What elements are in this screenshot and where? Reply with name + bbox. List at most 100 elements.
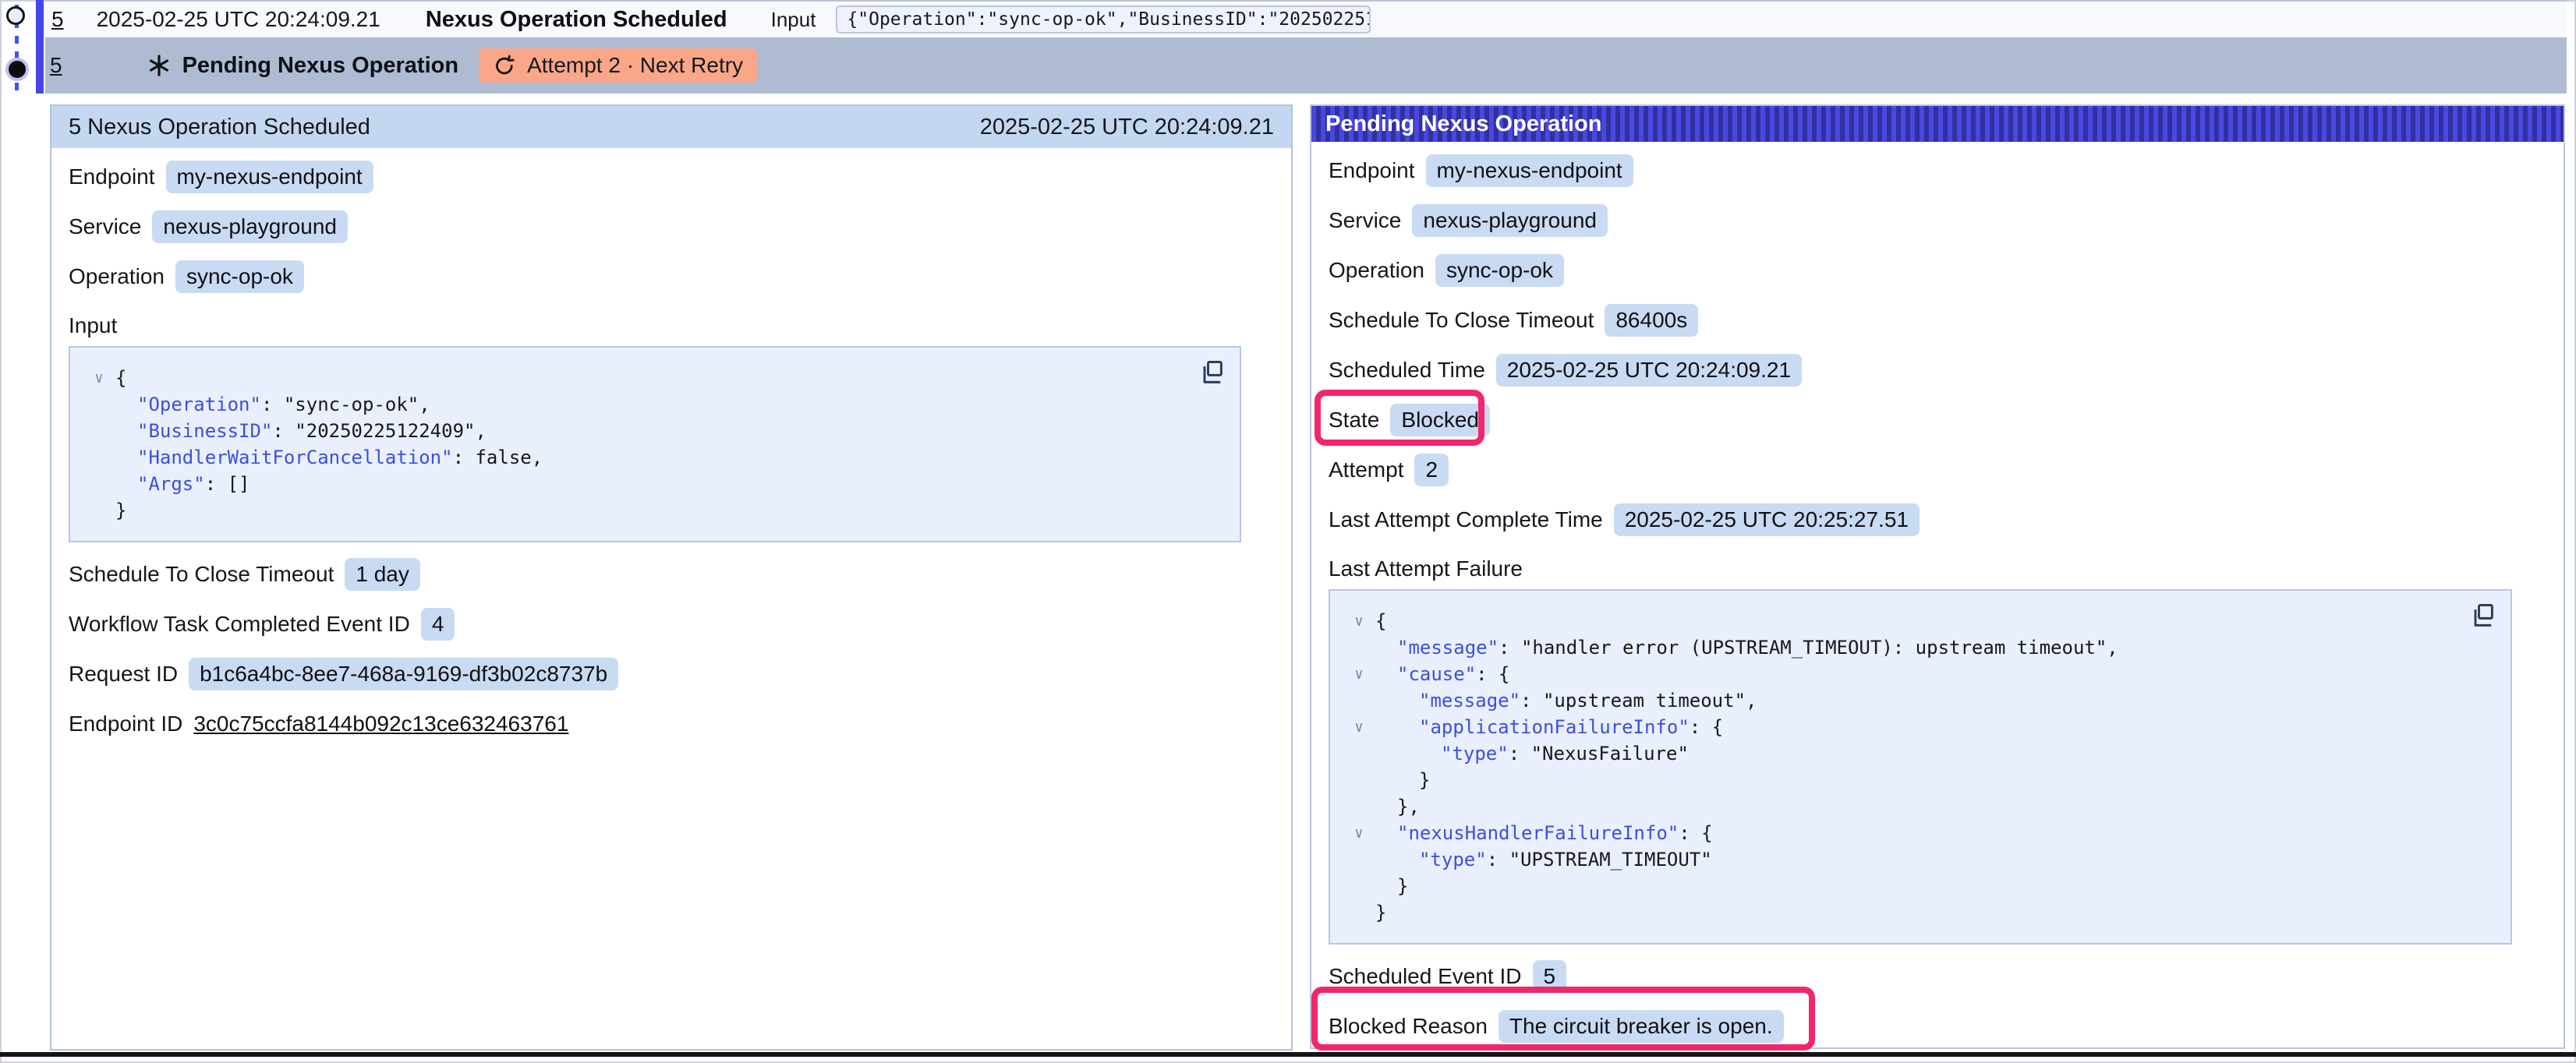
- code-text: "Operation": "sync-op-ok",: [115, 391, 430, 418]
- event-timestamp: 2025-02-25 UTC 20:24:09.21: [97, 7, 380, 32]
- event-detail-panel-scheduled: 5 Nexus Operation Scheduled 2025-02-25 U…: [50, 104, 1293, 1051]
- field-label: Operation: [69, 264, 165, 289]
- code-gutter: [83, 497, 115, 524]
- copy-icon[interactable]: [1198, 358, 1226, 387]
- retry-badge-label: Attempt 2 · Next Retry: [527, 53, 743, 78]
- nexus-asterisk-icon: [147, 53, 172, 78]
- code-gutter: [1343, 687, 1375, 714]
- collapse-chevron-icon[interactable]: ∨: [1343, 661, 1375, 687]
- field-row-workflow-task-completed-event-id: Workflow Task Completed Event ID4: [69, 606, 1268, 642]
- code-text: "applicationFailureInfo": {: [1375, 714, 1723, 740]
- field-row-scheduled-time: Scheduled Time2025-02-25 UTC 20:24:09.21: [1329, 352, 2540, 388]
- panel-body: Endpointmy-nexus-endpoint Servicenexus-pl…: [1311, 153, 2564, 1044]
- code-gutter: [1343, 793, 1375, 820]
- field-label: Endpoint: [69, 164, 155, 189]
- field-row-endpoint: Endpointmy-nexus-endpoint: [1329, 153, 2540, 189]
- collapse-chevron-icon[interactable]: ∨: [83, 365, 115, 391]
- field-label: State: [1329, 408, 1379, 433]
- field-value-badge: 86400s: [1605, 304, 1698, 337]
- field-row-attempt: Attempt2: [1329, 452, 2540, 488]
- code-line: ∨"cause": {: [1343, 661, 2464, 687]
- field-value-badge: my-nexus-endpoint: [166, 161, 373, 193]
- timeline-open-circle-icon: [6, 6, 25, 25]
- field-value-badge: my-nexus-endpoint: [1426, 154, 1633, 187]
- field-row-service: Service nexus-playground: [69, 209, 1268, 245]
- endpoint-id-link[interactable]: 3c0c75ccfa8144b092c13ce632463761: [193, 712, 568, 736]
- event-title: Nexus Operation Scheduled: [426, 7, 727, 33]
- event-id-link[interactable]: 5: [51, 7, 64, 32]
- field-row-operation: Operationsync-op-ok: [69, 259, 1268, 295]
- code-text: },: [1375, 793, 1420, 820]
- code-text: }: [1375, 767, 1430, 793]
- field-list: Scheduled Event ID5Blocked ReasonThe cir…: [1329, 959, 2540, 1044]
- code-gutter: [83, 444, 115, 471]
- event-title: Pending Nexus Operation: [182, 53, 459, 79]
- code-gutter: [1343, 846, 1375, 873]
- collapse-chevron-icon[interactable]: ∨: [1343, 714, 1375, 740]
- field-row-scheduled-event-id: Scheduled Event ID5: [1329, 959, 2540, 994]
- code-line: "message": "upstream timeout",: [1343, 687, 2464, 714]
- code-line: "BusinessID": "20250225122409",: [83, 418, 1193, 444]
- field-list: Schedule To Close Timeout1 day Workflow T…: [69, 556, 1268, 692]
- field-row-endpoint-id: Endpoint ID 3c0c75ccfa8144b092c13ce63246…: [69, 706, 1268, 742]
- code-line: }: [1343, 873, 2464, 899]
- retry-status-badge: Attempt 2 · Next Retry: [479, 48, 757, 83]
- field-label: Endpoint ID: [69, 712, 182, 736]
- input-preview-chip[interactable]: {"Operation":"sync-op-ok","BusinessID":"…: [836, 5, 1371, 34]
- retry-icon: [493, 54, 516, 77]
- field-label: Last Attempt Complete Time: [1329, 507, 1603, 532]
- code-line: ∨{: [83, 365, 1193, 391]
- panel-header-title: 5 Nexus Operation Scheduled: [69, 115, 370, 140]
- timeline-filled-dot-icon: [5, 58, 29, 81]
- window-bottom-edge: [0, 1052, 2576, 1057]
- code-line: "message": "handler error (UPSTREAM_TIME…: [1343, 634, 2464, 661]
- input-json-block: ∨{"Operation": "sync-op-ok","BusinessID"…: [69, 346, 1241, 542]
- collapse-chevron-icon[interactable]: ∨: [1343, 608, 1375, 634]
- code-line: "Operation": "sync-op-ok",: [83, 391, 1193, 418]
- code-line: "HandlerWaitForCancellation": false,: [83, 444, 1193, 471]
- field-label: Workflow Task Completed Event ID: [69, 612, 410, 637]
- field-value-badge: 2025-02-25 UTC 20:25:27.51: [1614, 503, 1920, 536]
- field-row-operation: Operationsync-op-ok: [1329, 253, 2540, 288]
- code-gutter: [1343, 873, 1375, 899]
- field-row-state: StateBlocked: [1329, 402, 2540, 438]
- code-line: "type": "UPSTREAM_TIMEOUT": [1343, 846, 2464, 873]
- code-text: "Args": []: [115, 471, 250, 497]
- history-row-pending-nexus-operation[interactable]: 5 Pending Nexus Operation Attempt 2 · Ne…: [45, 37, 2567, 94]
- panel-body: Endpoint my-nexus-endpoint Service nexus-pl…: [51, 159, 1291, 742]
- code-line: },: [1343, 793, 2464, 820]
- event-id-link[interactable]: 5: [50, 53, 62, 78]
- field-value-badge: sync-op-ok: [1435, 254, 1564, 287]
- code-line: }: [1343, 899, 2464, 926]
- input-section-label: Input: [69, 312, 1268, 340]
- code-text: {: [115, 365, 126, 391]
- code-text: }: [1375, 873, 1408, 899]
- code-text: }: [115, 497, 126, 524]
- failure-json-block: ∨{"message": "handler error (UPSTREAM_TI…: [1329, 589, 2512, 945]
- code-text: "BusinessID": "20250225122409",: [115, 418, 487, 444]
- input-label: Input: [771, 8, 816, 32]
- field-label: Service: [69, 214, 141, 239]
- code-text: "nexusHandlerFailureInfo": {: [1375, 820, 1713, 846]
- code-gutter: [1343, 767, 1375, 793]
- code-gutter: [1343, 634, 1375, 661]
- pending-panel-header: Pending Nexus Operation: [1311, 106, 2564, 142]
- code-text: "cause": {: [1375, 661, 1510, 687]
- field-value-badge: 5: [1533, 960, 1567, 993]
- field-value-badge: nexus-playground: [152, 210, 348, 243]
- history-row-nexus-operation-scheduled[interactable]: 5 2025-02-25 UTC 20:24:09.21 Nexus Opera…: [45, 0, 2567, 37]
- panel-header: 5 Nexus Operation Scheduled 2025-02-25 U…: [51, 106, 1291, 148]
- code-line: }: [1343, 767, 2464, 793]
- code-gutter: [1343, 899, 1375, 926]
- code-gutter: [83, 418, 115, 444]
- field-row-schedule-to-close-timeout: Schedule To Close Timeout1 day: [69, 556, 1268, 592]
- collapse-chevron-icon[interactable]: ∨: [1343, 820, 1375, 846]
- copy-icon[interactable]: [2468, 602, 2496, 630]
- panel-header-time: 2025-02-25 UTC 20:24:09.21: [980, 115, 1274, 140]
- code-gutter: [83, 391, 115, 418]
- code-text: "type": "NexusFailure": [1375, 740, 1689, 767]
- field-label: Schedule To Close Timeout: [1329, 308, 1594, 333]
- code-line: }: [83, 497, 1193, 524]
- field-row-request-id: Request IDb1c6a4bc-8ee7-468a-9169-df3b02…: [69, 656, 1268, 692]
- field-row-service: Servicenexus-playground: [1329, 203, 2540, 238]
